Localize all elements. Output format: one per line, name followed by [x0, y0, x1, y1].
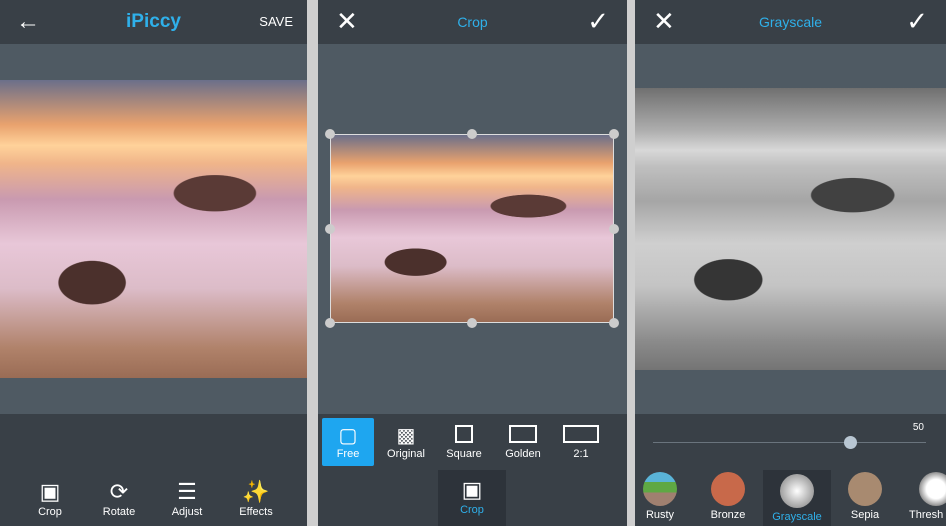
rusty-thumbnail [643, 472, 677, 506]
slider-thumb[interactable] [843, 436, 857, 449]
crop-panel: ✕ Crop ✓ ▢ Free ▩ Original Square Golden 2… [318, 0, 627, 526]
crop-handle[interactable] [609, 318, 619, 328]
crop-tool[interactable]: ▣ Crop [20, 478, 80, 518]
ratio-original[interactable]: ▩ Original [376, 424, 436, 460]
ratio-square[interactable]: Square [434, 424, 494, 460]
crop-handle[interactable] [325, 318, 335, 328]
crop-icon: ▣ [39, 479, 61, 504]
wide-ratio-icon [551, 424, 611, 448]
filter-threshold[interactable]: Thresh [899, 472, 946, 521]
sepia-thumbnail [848, 472, 882, 506]
crop-icon: ▣ [461, 477, 483, 502]
crop-handle[interactable] [325, 129, 335, 139]
rotate-icon: ⟳ [109, 479, 129, 504]
intensity-slider[interactable] [653, 436, 926, 449]
save-button[interactable]: SAVE [259, 14, 293, 29]
crop-handle[interactable] [325, 224, 335, 234]
filter-grayscale[interactable]: Grayscale [763, 470, 831, 526]
free-crop-icon: ▢ [338, 425, 358, 447]
rotate-tool[interactable]: ⟳ Rotate [89, 478, 149, 518]
filter-sepia[interactable]: Sepia [832, 472, 898, 521]
sliders-icon: ☰ [177, 479, 197, 504]
golden-ratio-icon [493, 424, 553, 448]
ratio-free[interactable]: ▢ Free [322, 418, 374, 466]
crop-handle[interactable] [609, 224, 619, 234]
filter-bronze[interactable]: Bronze [695, 472, 761, 521]
ratio-2-1[interactable]: 2:1 [551, 424, 611, 460]
grayscale-panel: ✕ Grayscale ✓ 50 Rusty Bronze Grayscale … [635, 0, 946, 526]
crop-photo[interactable] [330, 134, 614, 323]
adjust-tool[interactable]: ☰ Adjust [157, 478, 217, 518]
editor-main-panel: ← iPiccy SAVE ▣ Crop ⟳ Rotate ☰ Adjust ✨ Eff… [0, 0, 307, 526]
panel-title: Grayscale [758, 14, 823, 30]
slider-value: 50 [912, 422, 924, 433]
check-icon[interactable]: ✓ [906, 6, 928, 37]
photo [0, 80, 307, 378]
crop-handle[interactable] [467, 318, 477, 328]
crop-handle[interactable] [609, 129, 619, 139]
crop-handle[interactable] [467, 129, 477, 139]
filter-rusty[interactable]: Rusty [627, 472, 693, 521]
grayscale-photo [635, 88, 946, 370]
ratio-golden[interactable]: Golden [493, 424, 553, 460]
check-icon[interactable]: ✓ [587, 6, 609, 37]
threshold-thumbnail [919, 472, 946, 506]
image-icon: ▩ [396, 425, 416, 447]
square-icon [434, 424, 494, 448]
panel-title: Crop [457, 14, 488, 30]
grayscale-thumbnail [780, 474, 814, 508]
magic-wand-icon: ✨ [242, 479, 270, 504]
effects-tool[interactable]: ✨ Effects [226, 478, 286, 518]
bronze-thumbnail [711, 472, 745, 506]
header: ← iPiccy SAVE [0, 0, 307, 44]
crop-tool-active[interactable]: ▣ Crop [438, 470, 506, 526]
